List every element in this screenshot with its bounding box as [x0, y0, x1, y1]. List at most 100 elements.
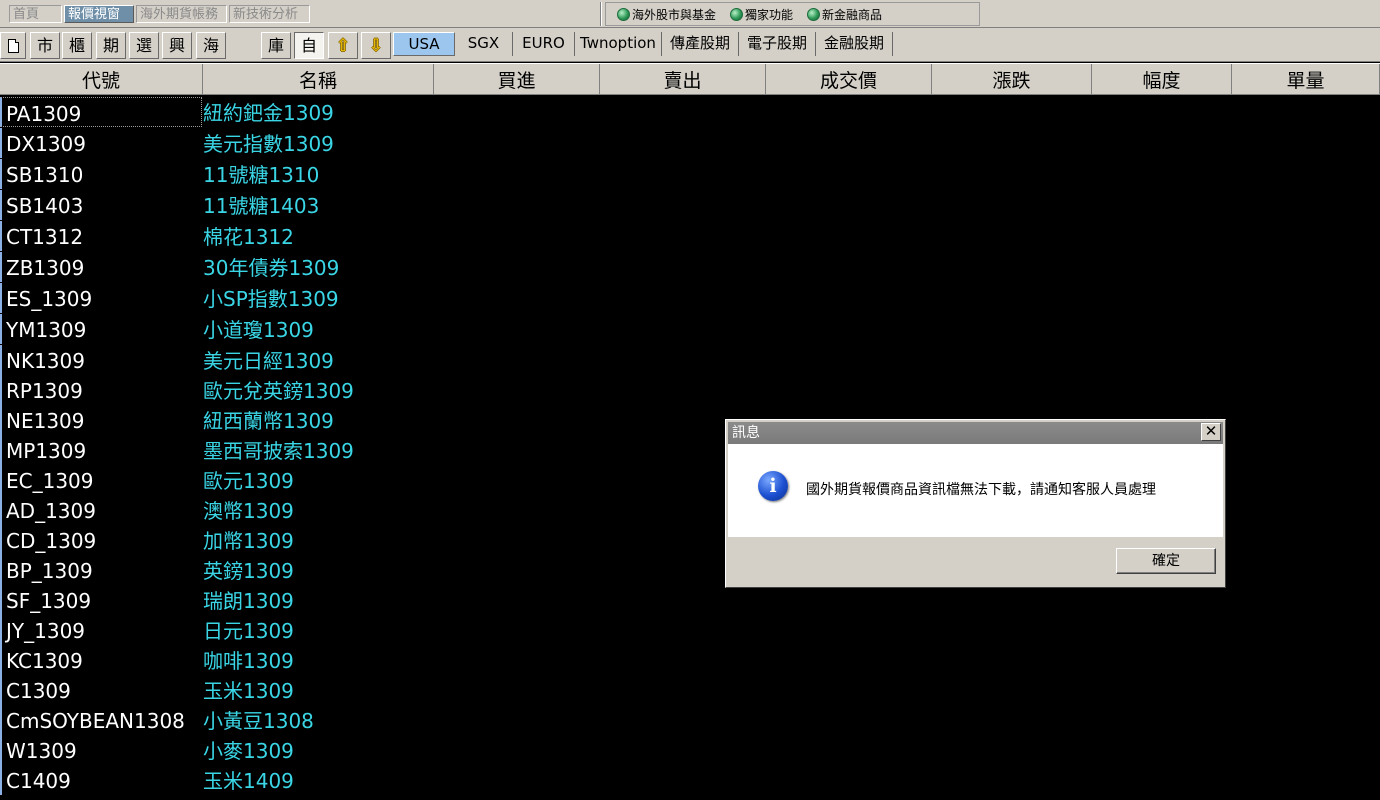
self-select-button[interactable]: 自 [294, 32, 324, 59]
otc-market-button[interactable]: 櫃 [62, 32, 92, 59]
library-button[interactable]: 庫 [261, 32, 291, 59]
row-name: 加幣1309 [203, 529, 294, 553]
table-row[interactable]: CT1312 棉花1312 [0, 221, 1380, 251]
row-name: 瑞朗1309 [203, 589, 294, 613]
emerging-market-button[interactable]: 興 [162, 32, 192, 59]
down-arrow-icon: ⇩ [368, 36, 384, 56]
link-new-financial-products[interactable]: 新金融商品 [807, 6, 882, 23]
column-header-bid[interactable]: 買進 [434, 64, 600, 95]
up-arrow-icon: ⇧ [335, 36, 351, 56]
info-icon: i [758, 471, 788, 501]
table-row[interactable]: RP1309 歐元兌英鎊1309 [0, 375, 1380, 405]
row-code: ES_1309 [0, 283, 202, 313]
row-code: CD_1309 [0, 525, 202, 555]
top-tab-home[interactable]: 首頁 [9, 5, 62, 23]
table-row[interactable]: C1409 玉米1409 [0, 765, 1380, 795]
table-row[interactable]: ES_1309 小SP指數1309 [0, 283, 1380, 313]
row-name: 玉米1309 [203, 679, 294, 703]
row-code: ZB1309 [0, 252, 202, 282]
row-name: 小黃豆1308 [203, 709, 314, 733]
table-row[interactable]: JY_1309 日元1309 [0, 615, 1380, 645]
row-name: 咖啡1309 [203, 649, 294, 673]
document-icon [7, 39, 19, 53]
table-row[interactable]: CmSOYBEAN1308 小黃豆1308 [0, 705, 1380, 735]
tab-sgx[interactable]: SGX [455, 32, 513, 56]
quote-table-header: 代號 名稱 買進 賣出 成交價 漲跌 幅度 單量 [0, 63, 1380, 95]
row-name: 英鎊1309 [203, 559, 294, 583]
table-row[interactable]: C1309 玉米1309 [0, 675, 1380, 705]
top-tab-technical-analysis[interactable]: 新技術分析 [229, 5, 310, 23]
options-button[interactable]: 選 [129, 32, 159, 59]
globe-icon [730, 8, 744, 21]
tab-twnoption[interactable]: Twnoption [575, 32, 662, 56]
table-row[interactable]: SF_1309 瑞朗1309 [0, 585, 1380, 615]
link-label: 獨家功能 [745, 8, 794, 22]
dialog-title: 訊息 [732, 425, 760, 441]
column-header-change-percent[interactable]: 幅度 [1092, 64, 1232, 95]
row-code: RP1309 [0, 375, 202, 405]
row-code: BP_1309 [0, 555, 202, 585]
link-label: 新金融商品 [822, 8, 883, 22]
link-label: 海外股市與基金 [632, 8, 717, 22]
row-code: SB1310 [0, 159, 202, 189]
table-row[interactable]: KC1309 咖啡1309 [0, 645, 1380, 675]
row-name: 歐元1309 [203, 469, 294, 493]
column-header-last-price[interactable]: 成交價 [766, 64, 932, 95]
column-header-code[interactable]: 代號 [0, 64, 203, 95]
row-name: 小道瓊1309 [203, 318, 314, 342]
toolbar-separator [600, 2, 602, 26]
row-name: 11號糖1403 [203, 194, 320, 218]
table-row[interactable]: DX1309 美元指數1309 [0, 128, 1380, 158]
table-row[interactable]: NK1309 美元日經1309 [0, 345, 1380, 375]
row-name: 墨西哥披索1309 [203, 439, 354, 463]
row-code: NE1309 [0, 405, 202, 435]
globe-icon [807, 8, 821, 21]
table-row[interactable]: PA1309 紐約鈀金1309 [0, 97, 1380, 127]
close-icon: ✕ [1204, 422, 1218, 440]
row-code: C1409 [0, 765, 202, 795]
row-code: W1309 [0, 735, 202, 765]
row-name: 11號糖1310 [203, 163, 320, 187]
tab-electronic-stock-futures[interactable]: 電子股期 [739, 32, 816, 56]
futures-button[interactable]: 期 [96, 32, 126, 59]
tab-euro[interactable]: EURO [513, 32, 575, 56]
row-code: JY_1309 [0, 615, 202, 645]
column-header-name[interactable]: 名稱 [203, 64, 434, 95]
top-tab-quote-window[interactable]: 報價視窗 [64, 5, 134, 23]
move-down-button[interactable]: ⇩ [361, 32, 391, 59]
column-header-ask[interactable]: 賣出 [600, 64, 766, 95]
table-row[interactable]: SB1403 11號糖1403 [0, 190, 1380, 220]
dialog-body: i 國外期貨報價商品資訊檔無法下載，請通知客服人員處理 [728, 444, 1223, 537]
top-tab-overseas-futures-account[interactable]: 海外期貨帳務 [136, 5, 227, 23]
listed-market-button[interactable]: 市 [30, 32, 60, 59]
tab-traditional-stock-futures[interactable]: 傳產股期 [662, 32, 739, 56]
row-name: 澳幣1309 [203, 499, 294, 523]
top-tab-bar: 首頁 報價視窗 海外期貨帳務 新技術分析 海外股市與基金 獨家功能 新金融商品 [0, 0, 1380, 28]
row-code: CT1312 [0, 221, 202, 251]
close-button[interactable]: ✕ [1201, 423, 1221, 441]
row-name: 玉米1409 [203, 769, 294, 793]
table-row[interactable]: ZB1309 30年債券1309 [0, 252, 1380, 282]
column-header-volume[interactable]: 單量 [1232, 64, 1380, 95]
link-overseas-stocks-funds[interactable]: 海外股市與基金 [617, 6, 716, 23]
dialog-title-bar[interactable]: 訊息 ✕ [728, 422, 1223, 444]
ok-button[interactable]: 確定 [1116, 548, 1216, 574]
link-exclusive-features[interactable]: 獨家功能 [730, 6, 793, 23]
new-document-button[interactable] [0, 32, 26, 59]
table-row[interactable]: SB1310 11號糖1310 [0, 159, 1380, 189]
tab-financial-stock-futures[interactable]: 金融股期 [816, 32, 893, 56]
column-header-change[interactable]: 漲跌 [932, 64, 1092, 95]
row-code: PA1309 [0, 97, 202, 127]
row-code: DX1309 [0, 128, 202, 158]
quote-toolbar: 市 櫃 期 選 興 海 庫 自 ⇧ ⇩ USA SGX EURO Twnopti… [0, 28, 1380, 62]
table-row[interactable]: YM1309 小道瓊1309 [0, 314, 1380, 344]
row-code: SB1403 [0, 190, 202, 220]
table-row[interactable]: W1309 小麥1309 [0, 735, 1380, 765]
row-name: 歐元兌英鎊1309 [203, 379, 354, 403]
globe-icon [617, 8, 630, 21]
row-code: C1309 [0, 675, 202, 705]
tab-usa[interactable]: USA [393, 32, 455, 56]
move-up-button[interactable]: ⇧ [328, 32, 358, 59]
row-name: 美元日經1309 [203, 349, 334, 373]
overseas-button[interactable]: 海 [196, 32, 226, 59]
